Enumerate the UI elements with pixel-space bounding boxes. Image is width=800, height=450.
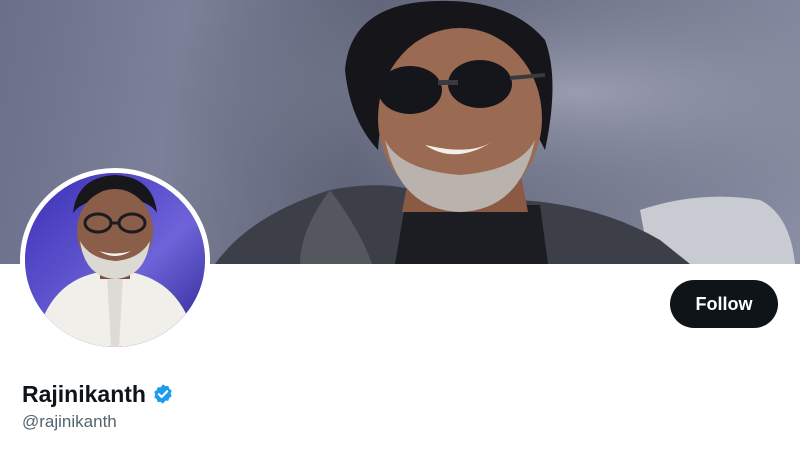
profile-handle: @rajinikanth [22, 412, 117, 431]
avatar-photo [25, 173, 205, 347]
avatar-image [25, 173, 205, 347]
display-name: Rajinikanth [22, 380, 146, 407]
avatar[interactable] [20, 168, 210, 352]
profile-header: Follow Rajinikanth @rajinikanth [0, 0, 800, 450]
verified-badge-icon[interactable] [152, 383, 174, 405]
profile-name-row: Rajinikanth [22, 378, 174, 410]
follow-button[interactable]: Follow [670, 280, 778, 328]
